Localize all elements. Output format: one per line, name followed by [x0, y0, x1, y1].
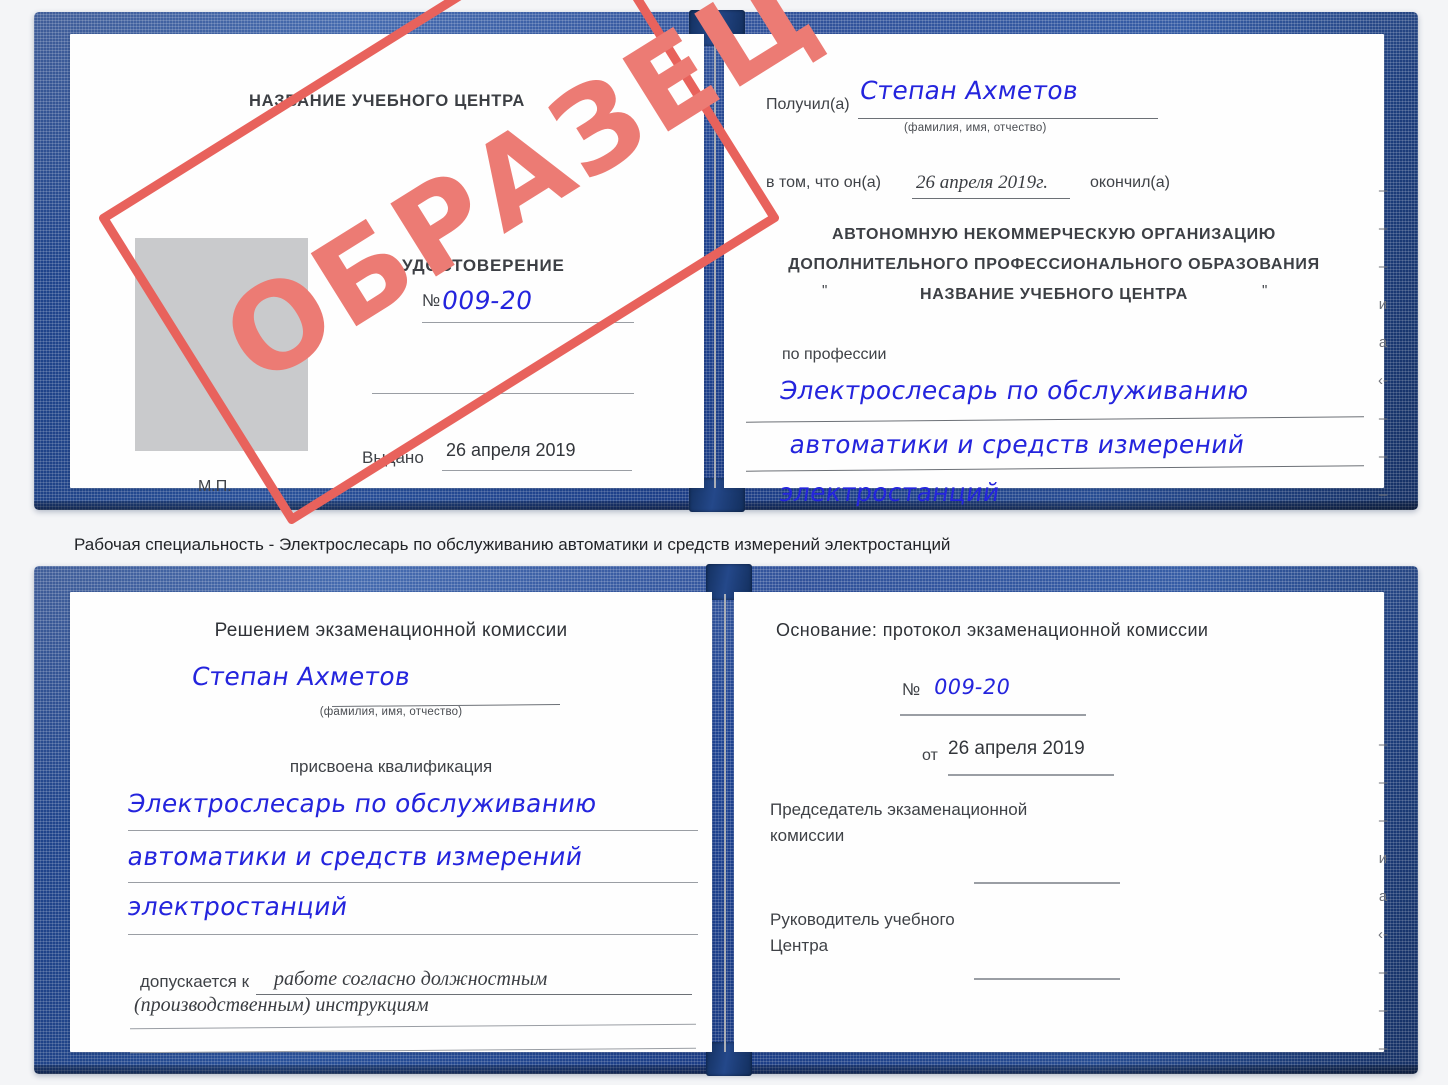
chairman-line-2: комиссии: [770, 826, 845, 845]
that-he-rule: [912, 198, 1070, 199]
protocol-date-label: от: [922, 747, 938, 764]
received-value: Степан Ахметов: [857, 76, 1081, 105]
admitted-value-line-2: (производственным) инструкциям: [134, 994, 429, 1016]
margin-bleed-glyphs-top: – – – и а ‹- – – –: [1370, 172, 1396, 514]
page-gutter-bottom: [724, 594, 726, 1052]
margin-glyph: –: [1378, 1002, 1388, 1019]
received-label: Получил(а): [766, 96, 850, 113]
qualification-rule-3: [128, 934, 698, 935]
page-bottom-right: Основание: протокол экзаменационной коми…: [734, 592, 1384, 1052]
head-line-2: Центра: [770, 936, 829, 955]
fio-hint-top: (фамилия, имя, отчество): [904, 122, 1047, 134]
certificate-word: УДОСТОВЕРЕНИЕ: [402, 256, 565, 275]
head-line-1: Руководитель учебного: [770, 910, 955, 929]
margin-glyph: –: [1378, 774, 1388, 791]
admitted-label: допускается к: [140, 972, 250, 991]
profession-rule-1: [746, 416, 1364, 423]
caption-text: Рабочая специальность - Электрослесарь п…: [74, 535, 951, 554]
margin-glyph: ‹-: [1378, 372, 1388, 389]
qualification-line-2: автоматики и средств измерений: [125, 842, 585, 871]
admitted-value-line-1: работе согласно должностным: [274, 968, 548, 990]
profession-line-1: Электрослесарь по обслуживанию: [777, 376, 1251, 405]
margin-glyph: –: [1378, 486, 1388, 503]
margin-glyph: –: [1378, 258, 1388, 275]
screenshot-stage: НАЗВАНИЕ УЧЕБНОГО ЦЕНТРА УДОСТОВЕРЕНИЕ №…: [0, 0, 1448, 1085]
margin-bleed-glyphs-bottom: – – – и а ‹- – – –: [1370, 726, 1396, 1068]
protocol-number-rule: [900, 714, 1086, 716]
profession-line-3: электростанций: [777, 478, 1002, 507]
page-top-left: НАЗВАНИЕ УЧЕБНОГО ЦЕНТРА УДОСТОВЕРЕНИЕ №…: [70, 34, 704, 495]
issued-value: 26 апреля 2019: [446, 440, 576, 460]
profession-label: по профессии: [782, 346, 887, 363]
profession-rule-2: [746, 465, 1364, 472]
qualification-label: присвоена квалификация: [289, 757, 493, 776]
fio-hint-bottom: (фамилия, имя, отчество): [319, 706, 463, 718]
qualification-line-3: электростанций: [125, 892, 350, 921]
that-he-label: в том, что он(а): [766, 174, 881, 191]
number-rule: [422, 322, 634, 323]
protocol-date-rule: [948, 774, 1114, 776]
photo-placeholder: [135, 238, 308, 451]
stamp-place-label: М.П.: [198, 478, 232, 495]
issued-label: Выдано: [362, 448, 424, 467]
graduate-name-value: Степан Ахметов: [189, 662, 413, 691]
margin-glyph: а: [1378, 888, 1388, 905]
chairman-line-1: Председатель экзаменационной: [770, 800, 1028, 819]
margin-glyph: –: [1378, 220, 1388, 237]
page-gutter-top: [714, 36, 716, 488]
org-line-3: НАЗВАНИЕ УЧЕБНОГО ЦЕНТРА: [919, 286, 1189, 303]
qualification-line-1: Электрослесарь по обслуживанию: [125, 789, 599, 818]
margin-glyph: ‹-: [1378, 926, 1388, 943]
finished-label: окончил(а): [1090, 174, 1170, 191]
protocol-number-value: 009-20: [932, 675, 1013, 699]
head-signature-rule: [974, 978, 1120, 980]
number-label: №: [422, 291, 441, 310]
training-center-title: НАЗВАНИЕ УЧЕБНОГО ЦЕНТРА: [249, 92, 525, 110]
org-quote-close: ": [1262, 282, 1268, 299]
margin-glyph: и: [1378, 296, 1388, 313]
margin-glyph: –: [1378, 410, 1388, 427]
org-line-2: ДОПОЛНИТЕЛЬНОГО ПРОФЕССИОНАЛЬНОГО ОБРАЗО…: [788, 256, 1320, 273]
received-rule: [858, 118, 1158, 119]
qualification-rule-2: [128, 882, 698, 883]
chairman-signature-rule: [974, 882, 1120, 884]
margin-glyph: и: [1378, 850, 1388, 867]
margin-glyph: –: [1378, 812, 1388, 829]
qualification-rule-1: [128, 830, 698, 831]
certificate-top: НАЗВАНИЕ УЧЕБНОГО ЦЕНТРА УДОСТОВЕРЕНИЕ №…: [34, 0, 1418, 526]
commission-decision-heading: Решением экзаменационной комиссии: [214, 620, 568, 641]
protocol-number-label: №: [902, 680, 921, 699]
margin-glyph: –: [1378, 964, 1388, 981]
margin-glyph: а: [1378, 334, 1388, 351]
org-line-1: АВТОНОМНУЮ НЕКОММЕРЧЕСКУЮ ОРГАНИЗАЦИЮ: [831, 226, 1277, 243]
profession-line-2: автоматики и средств измерений: [787, 430, 1247, 459]
issued-rule: [442, 470, 632, 471]
margin-glyph: –: [1378, 182, 1388, 199]
basis-label: Основание: протокол экзаменационной коми…: [776, 620, 1209, 640]
margin-glyph: –: [1378, 736, 1388, 753]
margin-glyph: –: [1378, 448, 1388, 465]
that-he-value: 26 апреля 2019г.: [916, 172, 1048, 193]
page-bottom-left: Решением экзаменационной комиссии Степан…: [70, 592, 712, 1054]
admitted-rule-2: [130, 1023, 696, 1030]
number-value: 009-20: [439, 286, 535, 315]
certificate-bottom: Решением экзаменационной комиссии Степан…: [34, 564, 1418, 1076]
margin-glyph: –: [1378, 1040, 1388, 1057]
protocol-date-value: 26 апреля 2019: [948, 738, 1085, 759]
page-top-right: Получил(а) Степан Ахметов (фамилия, имя,…: [724, 34, 1384, 507]
blank-rule-1: [372, 393, 634, 394]
